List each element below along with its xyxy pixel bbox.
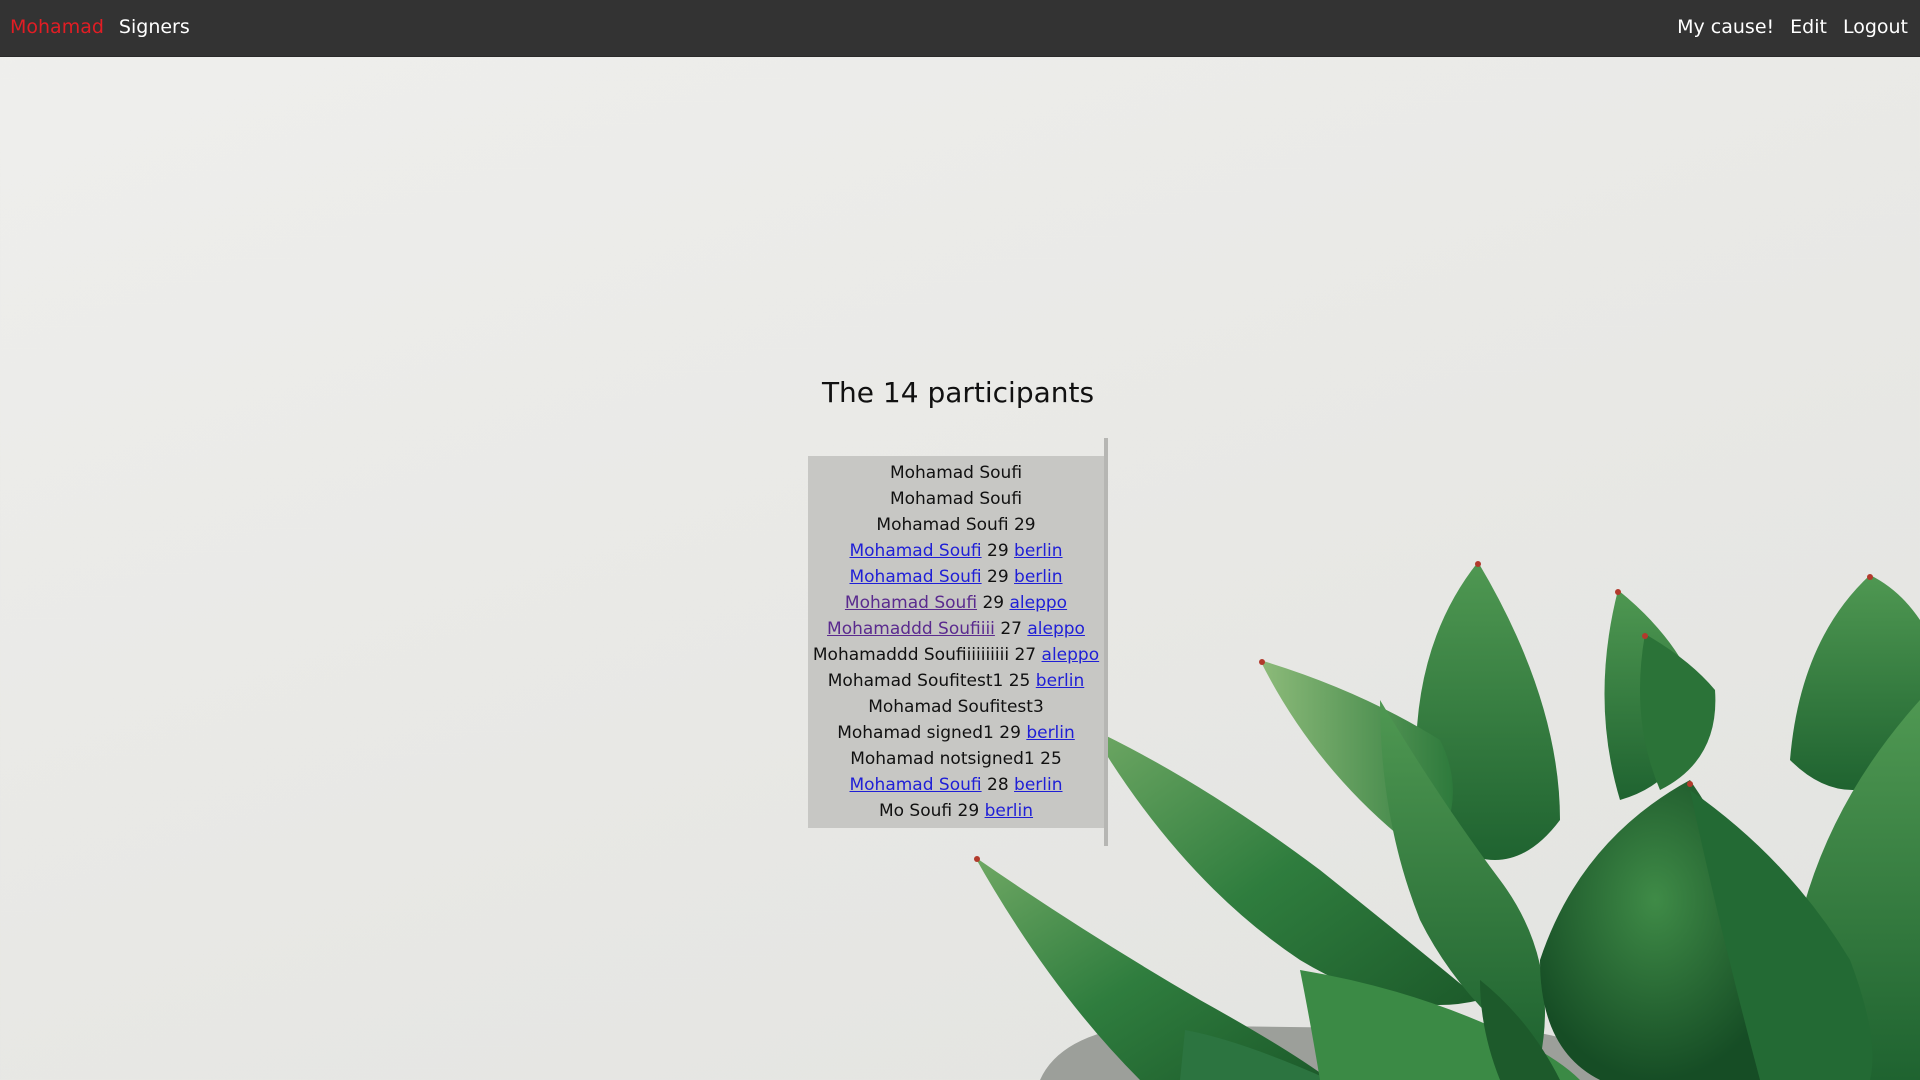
participant-row: Mohamaddd Soufiiiiiiiiii 27 aleppo bbox=[808, 642, 1104, 668]
participant-name-link[interactable]: Mohamad Soufi bbox=[849, 541, 981, 561]
participant-row: Mohamad Soufi bbox=[808, 460, 1104, 486]
participants-list: Mohamad Soufi Mohamad Soufi Mohamad Soufi 2… bbox=[808, 456, 1104, 828]
participant-row: Mohamad Soufitest3 bbox=[808, 694, 1104, 720]
participant-name-link[interactable]: Mohamad Soufi bbox=[849, 567, 981, 587]
main-content: The 14 participants Mohamad Soufi Mohamad… bbox=[0, 0, 1920, 1080]
participant-row: Mohamad notsigned1 25 bbox=[808, 746, 1104, 772]
participant-city-link[interactable]: aleppo bbox=[1027, 619, 1085, 639]
list-scrollbar[interactable] bbox=[1104, 438, 1108, 846]
participant-name: Mohamad Soufi bbox=[889, 463, 1023, 483]
participant-age: 27 bbox=[1000, 619, 1022, 639]
participant-city-link[interactable]: berlin bbox=[1014, 541, 1062, 561]
participant-age: 25 bbox=[1008, 671, 1031, 691]
participant-row: Mohamad Soufi 28 berlin bbox=[808, 772, 1104, 798]
participant-name-link[interactable]: Mohamad Soufi bbox=[845, 593, 977, 613]
participant-name: Mohamad Soufi bbox=[889, 489, 1023, 509]
participant-name: Mohamaddd Soufiiiiiiiiii bbox=[812, 645, 1010, 665]
participant-row: Mohamad Soufi 29 aleppo bbox=[808, 590, 1104, 616]
participant-age: 29 bbox=[987, 541, 1009, 561]
participant-name: Mohamad Soufi bbox=[876, 515, 1009, 535]
participant-row: Mo Soufi 29 berlin bbox=[808, 798, 1104, 824]
participant-age: 28 bbox=[987, 775, 1009, 795]
page-title: The 14 participants bbox=[821, 376, 1095, 409]
participant-city-link[interactable]: berlin bbox=[1014, 567, 1062, 587]
participant-row: Mohamaddd Soufiiii 27 aleppo bbox=[808, 616, 1104, 642]
participant-city-link[interactable]: aleppo bbox=[1009, 593, 1067, 613]
participant-row: Mohamad Soufi 29 bbox=[808, 512, 1104, 538]
participant-age: 29 bbox=[1013, 515, 1036, 535]
participant-age: 27 bbox=[1014, 645, 1037, 665]
participant-name-link[interactable]: Mohamad Soufi bbox=[849, 775, 981, 795]
participant-row: Mohamad Soufi 29 berlin bbox=[808, 564, 1104, 590]
participant-age: 29 bbox=[982, 593, 1005, 613]
participant-row: Mohamad Soufi 29 berlin bbox=[808, 538, 1104, 564]
participant-age: 29 bbox=[957, 801, 980, 821]
participant-name: Mohamad notsigned1 bbox=[850, 749, 1035, 769]
participant-name: Mohamad Soufitest1 bbox=[827, 671, 1004, 691]
participant-age: 29 bbox=[999, 723, 1021, 743]
participant-name-link[interactable]: Mohamaddd Soufiiii bbox=[827, 619, 995, 639]
participant-name: Mohamad signed1 bbox=[837, 723, 994, 743]
participant-age: 25 bbox=[1040, 749, 1062, 769]
participant-city-link[interactable]: berlin bbox=[1014, 775, 1062, 795]
participant-city-link[interactable]: berlin bbox=[1026, 723, 1074, 743]
participant-name: Mohamad Soufitest3 bbox=[868, 697, 1044, 717]
participant-row: Mohamad Soufitest1 25 berlin bbox=[808, 668, 1104, 694]
participant-row: Mohamad Soufi bbox=[808, 486, 1104, 512]
participant-city-link[interactable]: berlin bbox=[1036, 671, 1084, 691]
participant-name: Mo Soufi bbox=[878, 801, 953, 821]
participant-city-link[interactable]: berlin bbox=[985, 801, 1033, 821]
participant-city-link[interactable]: aleppo bbox=[1042, 645, 1100, 665]
participant-age: 29 bbox=[987, 567, 1009, 587]
participant-row: Mohamad signed1 29 berlin bbox=[808, 720, 1104, 746]
